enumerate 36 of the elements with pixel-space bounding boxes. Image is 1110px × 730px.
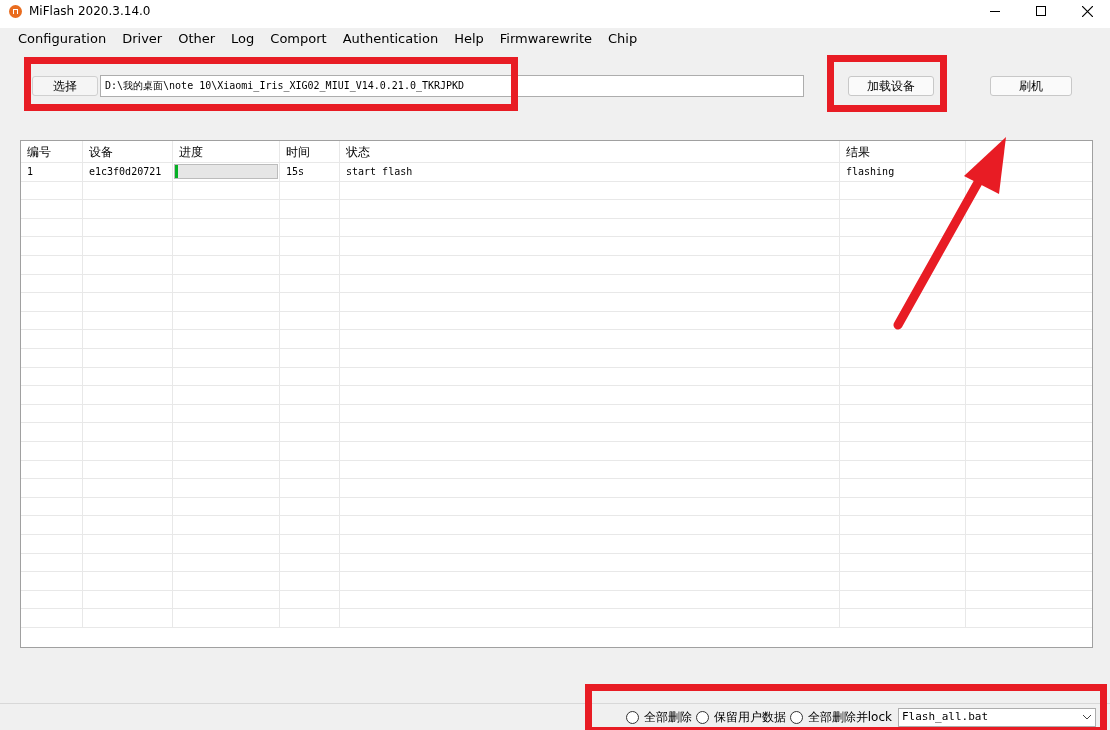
load-device-button[interactable]: 加载设备 [848,75,934,96]
menu-item[interactable]: Firmwarewrite [491,29,601,49]
path-field[interactable]: D:\我的桌面\note 10\Xiaomi_Iris_XIG02_MIUI_V14.0.21.0_TKRJPKD [100,74,804,97]
flash-button[interactable]: 刷机 [990,75,1072,96]
table-cell-text: flashing [846,165,895,180]
radio-button[interactable] [625,710,639,724]
table-cell-text: 1 [27,165,34,180]
menu-item[interactable]: Comport [262,29,335,49]
app-logo-icon [9,4,22,18]
script-dropdown[interactable]: Flash_all.bat [898,707,1096,727]
table-cell-text: 15s [286,165,305,180]
menu-item[interactable]: Configuration [10,29,115,49]
table-cell-text: e1c3f0d20721 [89,165,162,180]
column-header: 编号 [27,143,51,161]
dropdown-value: Flash_all.bat [902,708,989,725]
column-header: 状态 [346,143,370,161]
radio-label: 保留用户数据 [713,709,786,727]
radio-label: 全部删除并lock [807,709,892,727]
column-header: 时间 [286,143,310,161]
column-header: 进度 [179,143,203,161]
close-icon [1081,5,1093,17]
menu-item[interactable]: Other [170,29,224,49]
radio-button[interactable] [695,710,709,724]
table-cell-text: start flash [346,165,413,180]
column-header: 结果 [846,143,870,161]
menu-item[interactable]: Authentication [334,29,447,49]
menu-item[interactable]: Log [223,29,263,49]
select-button[interactable]: 选择 [32,75,98,96]
chevron-down-icon [1082,714,1092,721]
menu-item[interactable]: Help [446,29,492,49]
radio-label: 全部删除 [643,709,692,727]
radio-button[interactable] [789,710,803,724]
column-header: 设备 [89,143,113,161]
menu-item[interactable]: Chip [600,29,646,49]
window-title: MiFlash 2020.3.14.0 [29,3,151,20]
menu-item[interactable]: Driver [114,29,171,49]
